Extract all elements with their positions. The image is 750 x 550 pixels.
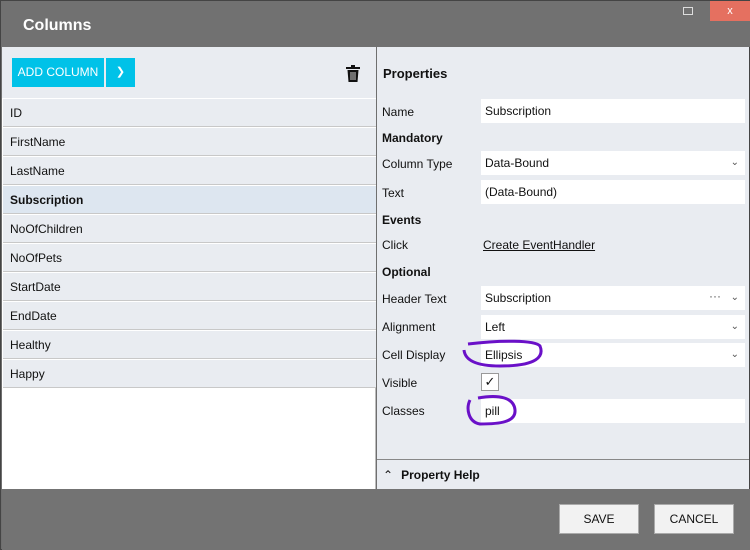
chevron-down-icon: ⌄ xyxy=(730,321,739,332)
columns-panel: ADD COLUMN ❯ ID FirstName LastName Subscrip… xyxy=(2,47,376,489)
classes-input[interactable]: pill xyxy=(481,399,745,423)
mandatory-heading: Mandatory xyxy=(382,131,443,145)
column-list-item[interactable]: StartDate xyxy=(3,272,376,301)
more-icon[interactable]: ··· xyxy=(709,284,721,308)
cell-display-value: Ellipsis xyxy=(485,348,523,362)
cancel-button[interactable]: CANCEL xyxy=(654,504,734,534)
column-type-label: Column Type xyxy=(382,157,453,171)
header-text-label: Header Text xyxy=(382,292,447,306)
close-button[interactable]: x xyxy=(710,1,750,21)
chevron-down-icon: ⌄ xyxy=(730,157,739,168)
column-list-item[interactable]: FirstName xyxy=(3,127,376,156)
alignment-label: Alignment xyxy=(382,320,436,334)
columns-toolbar: ADD COLUMN ❯ xyxy=(2,47,376,98)
dialog-footer: SAVE CANCEL xyxy=(2,489,750,550)
chevron-down-icon[interactable]: ⌄ xyxy=(731,286,739,310)
property-help-toggle[interactable]: ⌃ Property Help xyxy=(377,459,749,489)
properties-panel: Properties Name Subscription Mandatory C… xyxy=(377,47,749,489)
visible-label: Visible xyxy=(382,376,418,390)
column-list-item[interactable]: Happy xyxy=(3,359,376,388)
chevron-up-icon: ⌃ xyxy=(383,468,394,482)
column-type-value: Data-Bound xyxy=(485,156,550,170)
column-list-item[interactable]: ID xyxy=(3,98,376,127)
classes-label: Classes xyxy=(382,404,425,418)
click-label: Click xyxy=(382,238,408,252)
add-column-button[interactable]: ADD COLUMN xyxy=(12,58,104,87)
column-list-item[interactable]: EndDate xyxy=(3,301,376,330)
trash-icon[interactable] xyxy=(346,65,360,82)
alignment-select[interactable]: Left ⌄ xyxy=(481,315,745,339)
properties-title: Properties xyxy=(383,66,448,81)
title-bar: Columns x xyxy=(1,1,750,47)
header-text-input[interactable]: Subscription ··· ⌄ xyxy=(481,286,745,310)
maximize-icon[interactable] xyxy=(683,7,693,15)
create-eventhandler-link[interactable]: Create EventHandler xyxy=(483,238,595,252)
columns-dialog: Columns x ADD COLUMN ❯ ID FirstName LastNa… xyxy=(0,0,750,550)
add-column-dropdown-chevron-down-icon[interactable]: ❯ xyxy=(106,58,135,87)
column-list-item[interactable]: LastName xyxy=(3,156,376,185)
visible-checkbox[interactable]: ✓ xyxy=(481,373,499,391)
header-text-value: Subscription xyxy=(485,291,552,305)
property-help-label: Property Help xyxy=(401,468,480,482)
column-list: ID FirstName LastName Subscription NoOfChild… xyxy=(3,98,376,388)
column-list-item[interactable]: NoOfChildren xyxy=(3,214,376,243)
text-label: Text xyxy=(382,186,405,200)
text-input[interactable]: (Data-Bound) xyxy=(481,180,745,204)
name-label: Name xyxy=(382,105,415,119)
column-type-select[interactable]: Data-Bound ⌄ xyxy=(481,151,745,175)
alignment-value: Left xyxy=(485,320,506,334)
cell-display-select[interactable]: Ellipsis ⌄ xyxy=(481,343,745,367)
column-list-item[interactable]: NoOfPets xyxy=(3,243,376,272)
optional-heading: Optional xyxy=(382,265,431,279)
cell-display-label: Cell Display xyxy=(382,348,446,362)
name-input[interactable]: Subscription xyxy=(481,99,745,123)
save-button[interactable]: SAVE xyxy=(559,504,639,534)
events-heading: Events xyxy=(382,213,422,227)
column-list-item[interactable]: Healthy xyxy=(3,330,376,359)
column-list-item[interactable]: Subscription xyxy=(3,185,376,214)
dialog-title: Columns xyxy=(23,17,92,34)
chevron-down-icon: ⌄ xyxy=(730,349,739,360)
